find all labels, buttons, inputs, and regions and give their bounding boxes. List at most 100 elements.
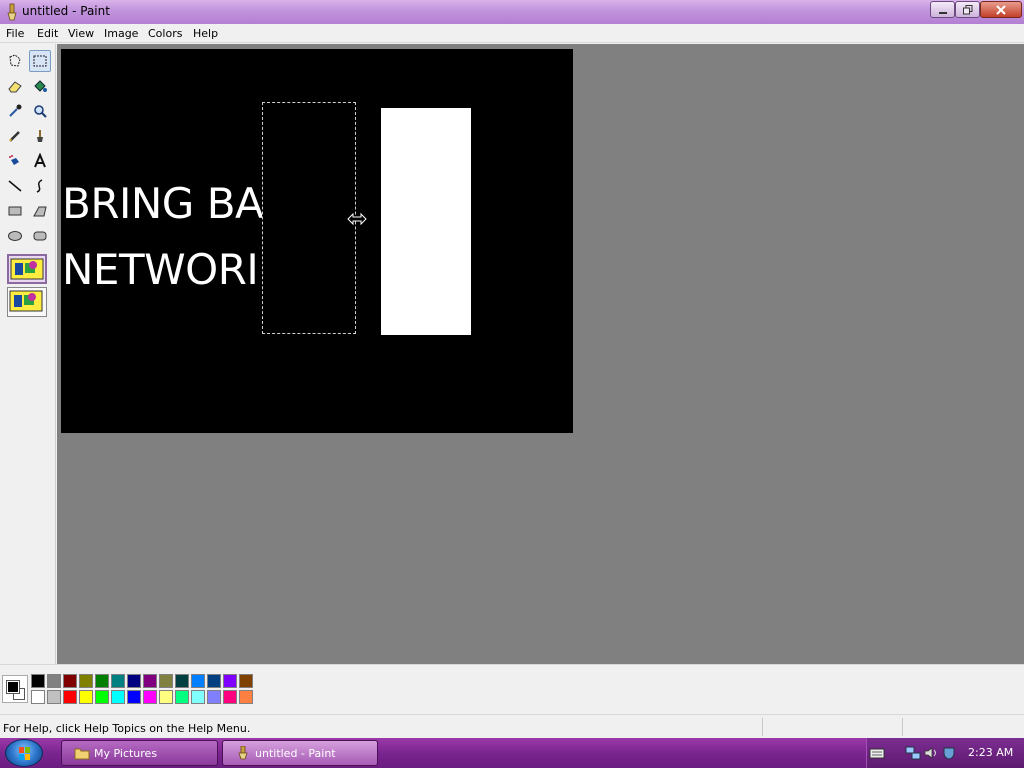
folder-icon bbox=[74, 748, 90, 760]
current-colors-indicator[interactable] bbox=[2, 675, 28, 703]
canvas-text-line-2: NETWORI bbox=[62, 245, 259, 294]
minimize-button[interactable] bbox=[930, 1, 955, 18]
color-swatch[interactable] bbox=[143, 690, 157, 704]
foreground-color-swatch[interactable] bbox=[6, 680, 20, 694]
close-button[interactable] bbox=[980, 1, 1022, 18]
paint-bucket-icon bbox=[34, 80, 47, 92]
polygon-tool[interactable] bbox=[29, 200, 51, 222]
status-help-text: For Help, click Help Topics on the Help … bbox=[3, 722, 251, 735]
transparent-selection-option[interactable] bbox=[7, 287, 47, 317]
ellipse-icon bbox=[8, 231, 22, 241]
eraser-icon bbox=[8, 81, 22, 93]
white-rectangle-shape bbox=[381, 108, 471, 335]
opaque-selection-option[interactable] bbox=[7, 254, 47, 284]
system-tray: 2:23 AM bbox=[866, 738, 1024, 768]
color-swatch[interactable] bbox=[111, 674, 125, 688]
taskbar-button-paint[interactable]: untitled - Paint bbox=[222, 740, 378, 766]
rectangle-select-tool[interactable] bbox=[29, 50, 51, 72]
rounded-rectangle-tool[interactable] bbox=[29, 225, 51, 247]
text-tool[interactable] bbox=[29, 150, 51, 172]
title-bar[interactable]: untitled - Paint bbox=[0, 0, 1024, 24]
color-swatch[interactable] bbox=[175, 674, 189, 688]
fill-with-color-tool[interactable] bbox=[29, 75, 51, 97]
color-swatch[interactable] bbox=[159, 690, 173, 704]
menu-colors[interactable]: Colors bbox=[146, 26, 184, 41]
pick-color-tool[interactable] bbox=[4, 100, 26, 122]
color-swatch[interactable] bbox=[63, 674, 77, 688]
color-swatch[interactable] bbox=[95, 674, 109, 688]
curve-tool[interactable] bbox=[29, 175, 51, 197]
airbrush-tool[interactable] bbox=[4, 150, 26, 172]
color-swatch[interactable] bbox=[95, 690, 109, 704]
free-form-select-icon bbox=[9, 54, 21, 67]
color-swatch[interactable] bbox=[79, 690, 93, 704]
color-swatch[interactable] bbox=[223, 674, 237, 688]
start-button[interactable] bbox=[5, 739, 43, 767]
restore-icon bbox=[962, 4, 972, 14]
menu-view[interactable]: View bbox=[66, 26, 96, 41]
taskbar-clock[interactable]: 2:23 AM bbox=[968, 746, 1013, 759]
windows-logo-icon bbox=[19, 747, 30, 760]
horizontal-resize-cursor-icon bbox=[347, 212, 367, 226]
color-swatch[interactable] bbox=[79, 674, 93, 688]
pencil-icon bbox=[9, 131, 20, 142]
color-swatch[interactable] bbox=[111, 690, 125, 704]
rectangle-icon bbox=[8, 206, 22, 216]
brush-icon bbox=[37, 130, 43, 142]
taskbar: My Pictures untitled - Paint 2:23 AM bbox=[0, 738, 1024, 768]
color-swatch[interactable] bbox=[207, 690, 221, 704]
window-title: untitled - Paint bbox=[22, 4, 110, 18]
pencil-tool[interactable] bbox=[4, 125, 26, 147]
airbrush-icon bbox=[9, 155, 19, 165]
toolbox bbox=[0, 44, 56, 664]
menu-file[interactable]: File bbox=[4, 26, 26, 41]
canvas-workspace[interactable]: BRING BA NETWORI bbox=[57, 44, 1024, 664]
color-swatch[interactable] bbox=[239, 674, 253, 688]
paint-app-icon[interactable] bbox=[4, 3, 20, 21]
restore-button[interactable] bbox=[955, 1, 980, 18]
taskbar-button-my-pictures[interactable]: My Pictures bbox=[61, 740, 218, 766]
menu-image[interactable]: Image bbox=[102, 26, 140, 41]
line-tool[interactable] bbox=[4, 175, 26, 197]
color-swatch[interactable] bbox=[223, 690, 237, 704]
security-icon[interactable] bbox=[941, 745, 957, 761]
color-swatch[interactable] bbox=[143, 674, 157, 688]
brush-tool[interactable] bbox=[29, 125, 51, 147]
color-swatch[interactable] bbox=[191, 674, 205, 688]
free-form-select-tool[interactable] bbox=[4, 50, 26, 72]
status-bar: For Help, click Help Topics on the Help … bbox=[0, 714, 1024, 738]
keyboard-icon[interactable] bbox=[869, 745, 885, 761]
color-swatch[interactable] bbox=[239, 690, 253, 704]
magnifier-tool[interactable] bbox=[29, 100, 51, 122]
polygon-icon bbox=[33, 206, 47, 217]
opaque-selection-icon bbox=[10, 258, 44, 280]
rectangle-tool[interactable] bbox=[4, 200, 26, 222]
network-icon[interactable] bbox=[905, 745, 921, 761]
color-swatch[interactable] bbox=[31, 674, 45, 688]
color-swatch[interactable] bbox=[127, 674, 141, 688]
eraser-tool[interactable] bbox=[4, 75, 26, 97]
canvas-text-region: BRING BA NETWORI bbox=[61, 49, 263, 433]
rectangle-selection[interactable] bbox=[262, 102, 356, 334]
magnifier-icon bbox=[34, 105, 47, 118]
color-palette bbox=[0, 664, 1024, 714]
canvas-text-line-1: BRING BA bbox=[62, 179, 263, 228]
color-swatch[interactable] bbox=[47, 674, 61, 688]
color-swatch[interactable] bbox=[31, 690, 45, 704]
menu-edit[interactable]: Edit bbox=[35, 26, 60, 41]
taskbar-label-my-pictures: My Pictures bbox=[94, 747, 158, 760]
color-swatch[interactable] bbox=[47, 690, 61, 704]
drawing-canvas[interactable]: BRING BA NETWORI bbox=[61, 49, 573, 433]
ellipse-tool[interactable] bbox=[4, 225, 26, 247]
color-swatch[interactable] bbox=[191, 690, 205, 704]
color-swatch[interactable] bbox=[207, 674, 221, 688]
color-swatch[interactable] bbox=[175, 690, 189, 704]
transparent-selection-icon bbox=[9, 290, 43, 312]
close-icon bbox=[996, 4, 1006, 15]
volume-icon[interactable] bbox=[923, 745, 939, 761]
menu-help[interactable]: Help bbox=[191, 26, 220, 41]
paint-icon bbox=[238, 746, 248, 760]
color-swatch[interactable] bbox=[127, 690, 141, 704]
color-swatch[interactable] bbox=[159, 674, 173, 688]
color-swatch[interactable] bbox=[63, 690, 77, 704]
